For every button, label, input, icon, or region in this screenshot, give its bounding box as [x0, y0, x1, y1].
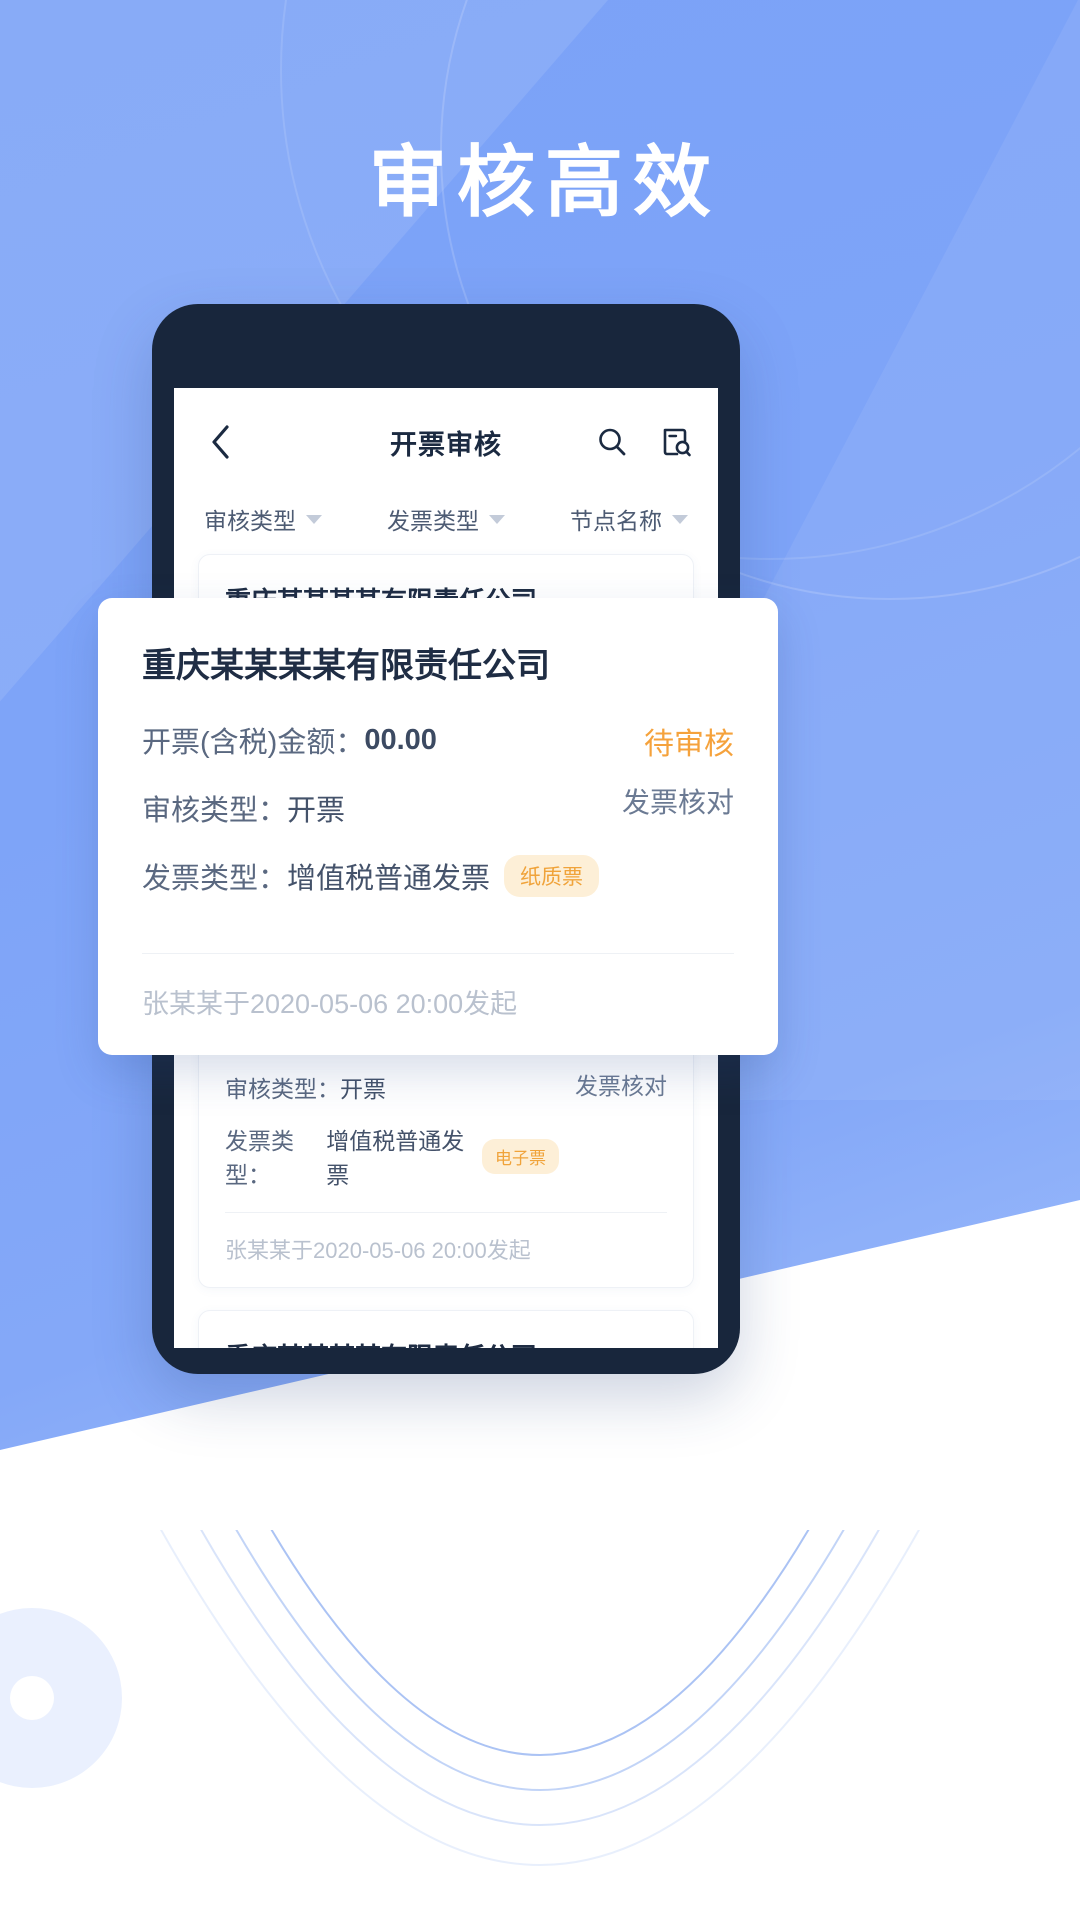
invoice-lookup-icon	[663, 428, 691, 457]
featured-audit-type-label: 审核类型：	[142, 795, 288, 827]
filter-audit-type-label: 审核类型	[204, 508, 296, 534]
card-invoice-type-value: 增值税普通发票	[326, 1128, 465, 1188]
search-button[interactable]	[594, 424, 630, 460]
background-wave-arcs	[160, 1530, 920, 1866]
page-title: 审核高效	[368, 138, 721, 226]
card-audit-type-value: 开票	[340, 1076, 386, 1102]
featured-amount-label: 开票(含税)金额：	[142, 727, 365, 759]
invoice-lookup-button[interactable]	[658, 424, 694, 460]
filter-audit-type[interactable]: 审核类型	[204, 502, 365, 536]
filter-invoice-type-label: 发票类型	[386, 508, 479, 534]
featured-status-badge: 待审核	[644, 728, 734, 761]
filter-node-name-label: 节点名称	[569, 508, 662, 534]
filter-bar: 审核类型 发票类型 节点名称	[174, 496, 718, 554]
featured-audit-card[interactable]: 重庆某某某某有限责任公司 开票(含税)金额： 00.00 审核类型： 开票 发票…	[98, 598, 778, 1055]
featured-invoice-type-label: 发票类型：	[142, 863, 288, 895]
card-audit-type-label: 审核类型：	[225, 1076, 340, 1102]
featured-audit-type-value: 开票	[287, 795, 346, 827]
featured-invoice-type-row: 发票类型： 增值税普通发票 纸质票	[142, 855, 606, 897]
search-icon	[599, 428, 626, 456]
featured-card-footer-text: 张某某于2020-05-06 20:00发起	[142, 989, 518, 1019]
nav-actions	[594, 424, 694, 460]
card-footer-text: 张某某于2020-05-06 20:00发起	[225, 1238, 531, 1263]
back-button[interactable]	[198, 420, 242, 464]
chevron-down-icon	[306, 514, 322, 524]
filter-node-name[interactable]: 节点名称	[527, 502, 688, 536]
featured-audit-type-row: 审核类型： 开票	[142, 787, 606, 829]
card-company-name: 重庆某某某某有限责任公司	[225, 1337, 667, 1348]
featured-amount-value: 00.00	[364, 723, 437, 756]
featured-invoice-badge: 纸质票	[504, 855, 600, 897]
featured-node-name: 发票核对	[621, 787, 734, 818]
app-nav-bar: 开票审核	[174, 388, 718, 496]
card-invoice-type-label: 发票类型：	[225, 1128, 294, 1188]
featured-invoice-type-value: 增值税普通发票	[287, 863, 491, 895]
audit-card[interactable]: 重庆某某某某有限责任公司 开票(含税)金额： 00.00 审核类型： 开票 发票…	[198, 1310, 694, 1348]
featured-amount-row: 开票(含税)金额： 00.00	[142, 719, 606, 761]
featured-company-name: 重庆某某某某有限责任公司	[142, 647, 550, 685]
chevron-down-icon	[488, 514, 505, 524]
chevron-left-icon	[212, 425, 229, 459]
node-name: 发票核对	[575, 1073, 667, 1099]
chevron-down-icon	[671, 514, 688, 524]
filter-invoice-type[interactable]: 发票类型	[365, 502, 526, 536]
card-audit-type-row: 审核类型： 开票	[225, 1070, 559, 1104]
card-invoice-type-row: 发票类型： 增值税普通发票 电子票	[225, 1122, 559, 1190]
card-invoice-badge: 电子票	[482, 1138, 559, 1174]
